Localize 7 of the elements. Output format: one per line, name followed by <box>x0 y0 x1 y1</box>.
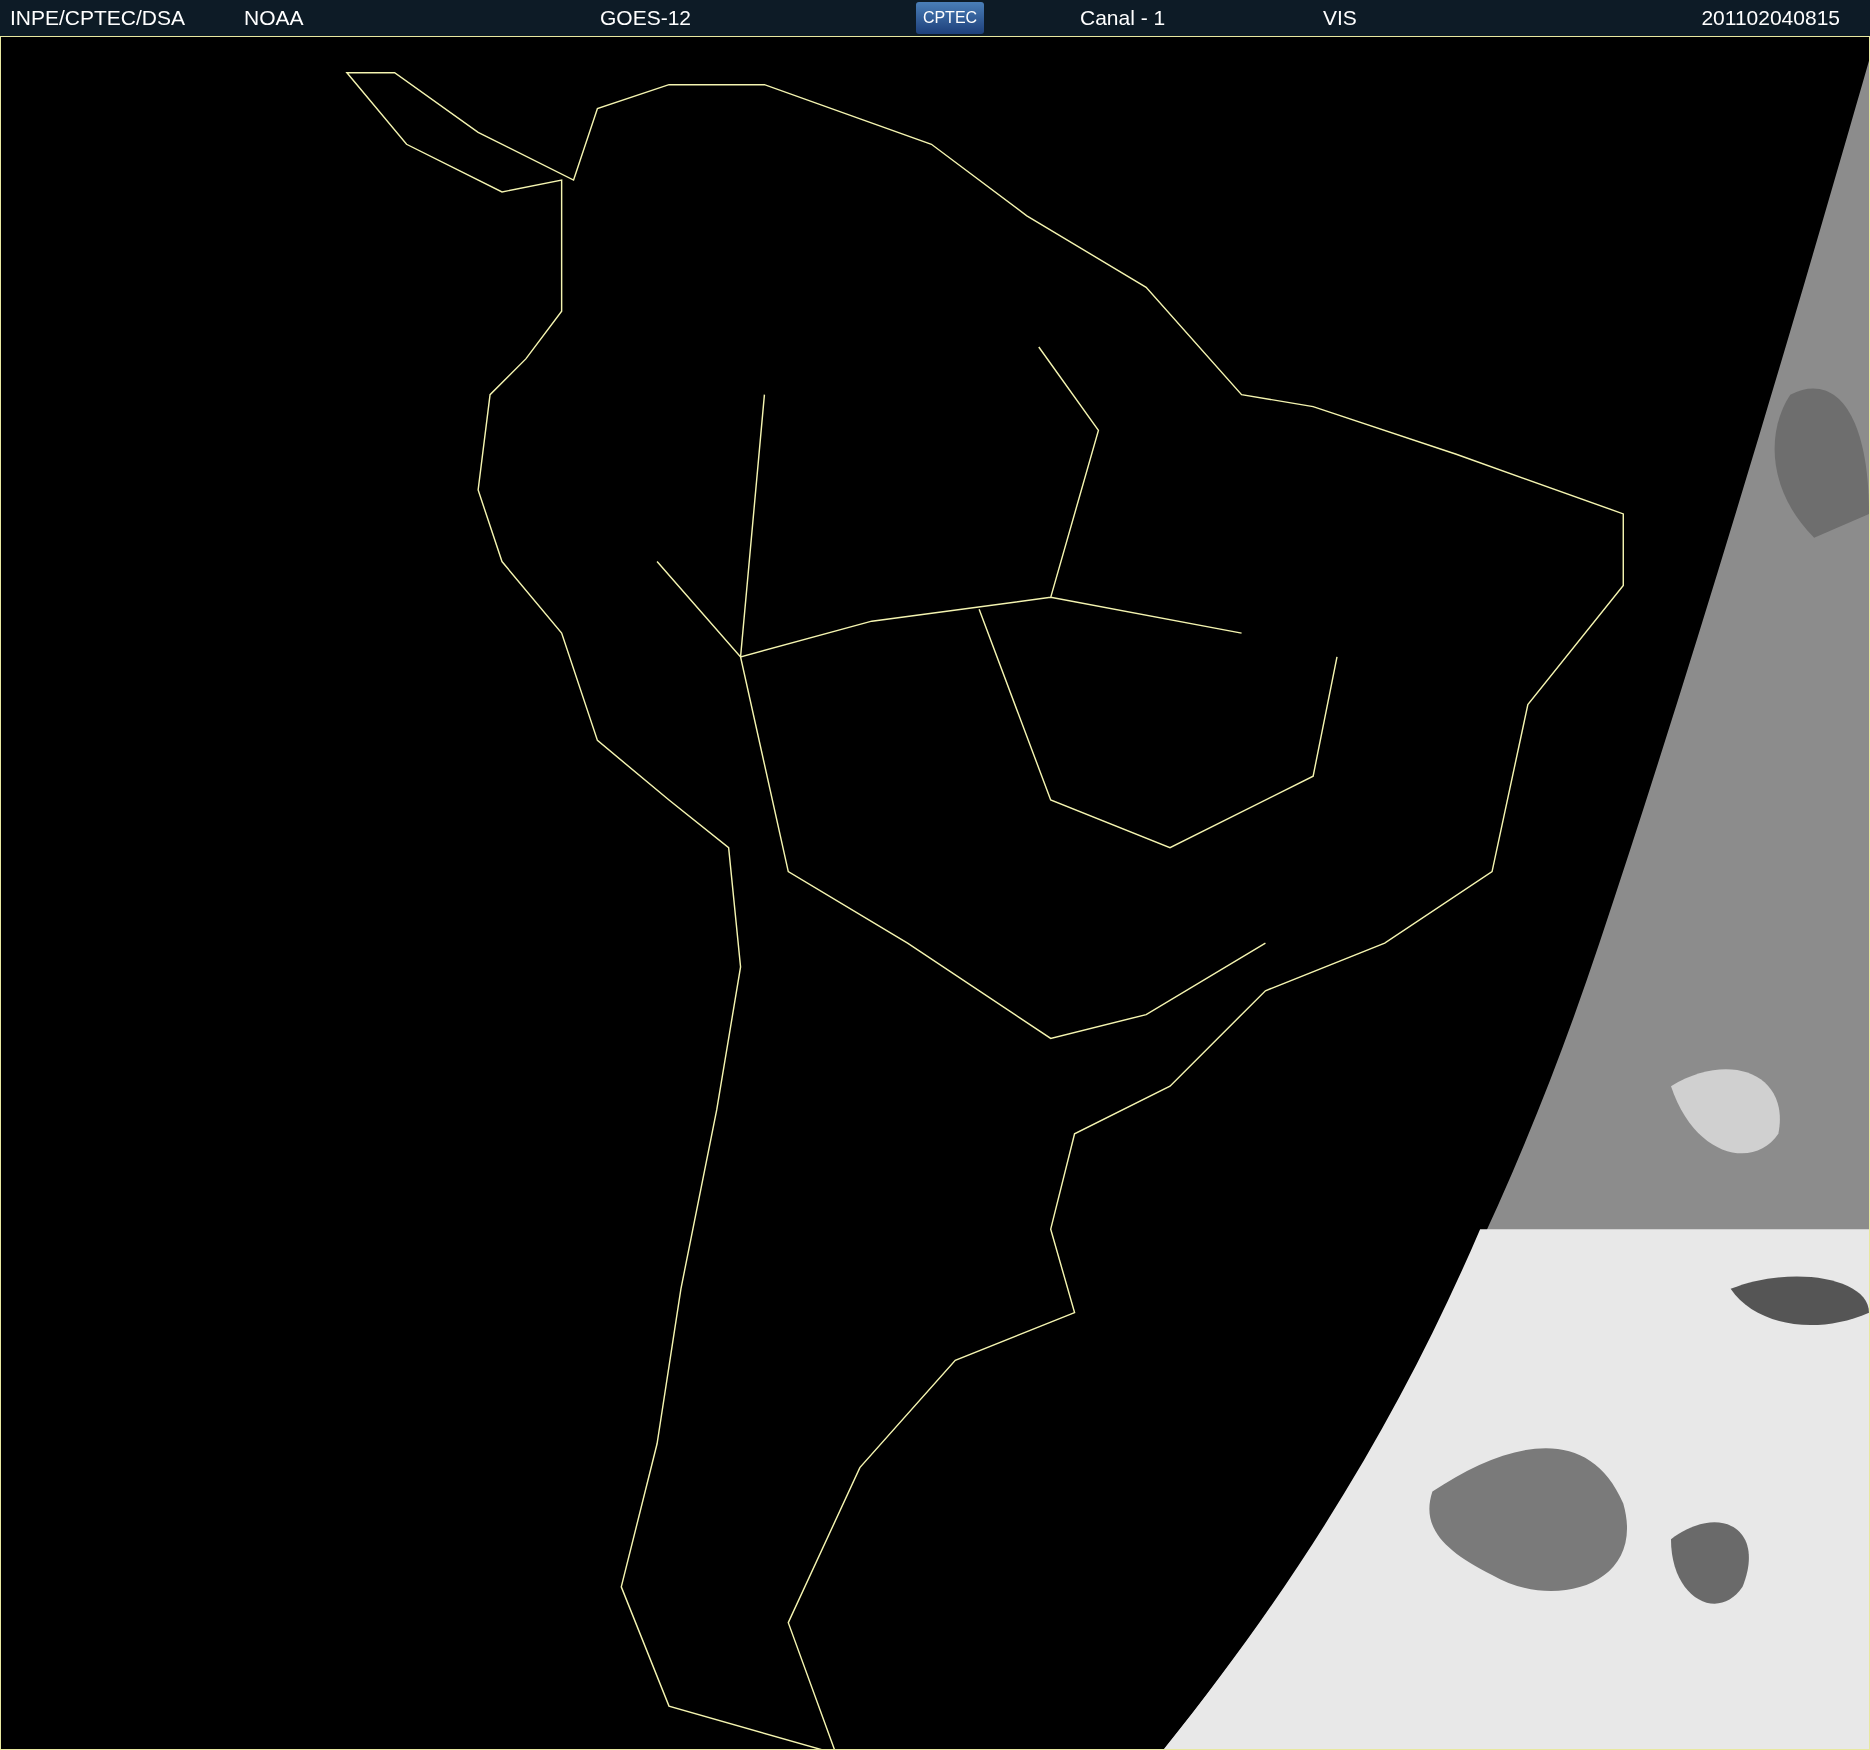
header-label: 201102040815 <box>1701 6 1840 30</box>
header-label: VIS <box>1323 6 1358 30</box>
header-label: GOES-12 <box>600 6 693 30</box>
header-label: Canal - 1 <box>1080 6 1167 30</box>
header-label: NOAA <box>244 6 305 30</box>
logo: CPTEC <box>916 2 984 34</box>
header-label: INPE/CPTEC/DSA <box>10 6 187 30</box>
